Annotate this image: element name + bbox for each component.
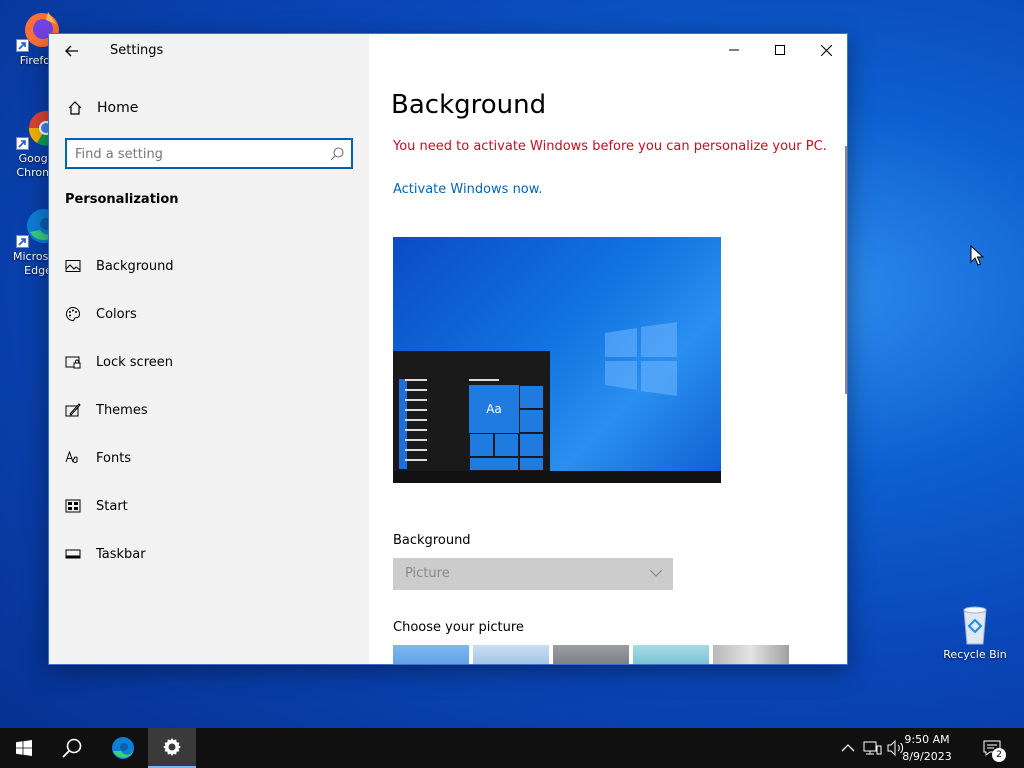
maximize-button[interactable] [757,34,803,66]
system-clock[interactable]: 9:50 AM 8/9/2023 [892,731,962,765]
choose-picture-label: Choose your picture [393,620,524,635]
picture-thumbnail[interactable] [393,645,469,664]
mouse-cursor-icon [970,245,984,266]
sidebar-item-lock-screen[interactable]: Lock screen [49,338,369,386]
title-bar[interactable]: Settings [49,34,369,66]
desktop-icon-recycle-bin[interactable]: Recycle Bin [940,602,1010,662]
background-type-label: Background [393,533,471,548]
desktop-icon-label: Recycle Bin [943,648,1007,661]
clock-time: 9:50 AM [904,733,950,746]
sidebar-item-label: Home [97,100,139,116]
taskbar: 9:50 AM 8/9/2023 2 [0,728,1024,768]
picture-thumbnails [393,645,793,664]
sidebar-item-label: Background [96,258,174,274]
chevron-down-icon [649,569,663,577]
windows-logo-icon [605,322,677,396]
palette-icon [66,306,81,322]
close-icon [820,44,832,57]
gear-icon [163,738,181,756]
preview-taskbar [393,471,721,483]
search-icon [62,738,82,758]
back-arrow-icon [65,45,78,57]
page-title: Background [391,90,547,120]
content-pane: Background You need to activate Windows … [369,34,847,664]
sidebar-item-label: Start [96,498,128,514]
windows-start-icon [16,740,32,756]
start-icon [65,499,81,513]
maximize-icon [775,45,785,55]
shortcut-arrow-icon [16,39,29,52]
clock-date: 8/9/2023 [902,750,952,763]
sidebar-item-colors[interactable]: Colors [49,290,369,338]
sidebar-item-fonts[interactable]: Fonts [49,434,369,482]
recycle-bin-icon [953,602,997,646]
sidebar-item-start[interactable]: Start [49,482,369,530]
home-icon [68,101,82,115]
network-icon[interactable] [862,738,882,758]
minimize-button[interactable] [711,34,757,66]
fonts-icon [65,450,78,463]
sidebar-item-taskbar[interactable]: Taskbar [49,530,369,578]
search-button[interactable] [48,728,96,768]
lock-screen-icon [65,356,81,369]
background-type-dropdown[interactable]: Picture [393,558,673,590]
dropdown-value: Picture [405,566,450,581]
picture-thumbnail[interactable] [633,645,709,664]
taskbar-icon [65,549,81,559]
background-preview: Aa [393,237,721,483]
chevron-up-icon[interactable] [838,738,858,758]
vertical-scrollbar[interactable] [845,146,847,394]
sidebar-item-themes[interactable]: Themes [49,386,369,434]
picture-thumbnail[interactable] [713,645,789,664]
sidebar-item-label: Fonts [96,450,132,466]
edge-icon [112,737,134,759]
sidebar: Settings Home Personalization Background… [49,34,369,664]
notification-count-badge: 2 [992,748,1006,762]
sidebar-item-background[interactable]: Background [49,242,369,290]
shortcut-arrow-icon [16,137,29,150]
search-icon[interactable] [329,146,345,162]
sidebar-nav: Background Colors Lock screen Themes Fon… [49,242,369,578]
picture-thumbnail[interactable] [473,645,549,664]
settings-window: Settings Home Personalization Background… [48,33,848,665]
shortcut-arrow-icon [16,235,29,248]
back-button[interactable] [59,40,85,62]
sidebar-item-label: Colors [96,306,137,322]
sidebar-item-label: Lock screen [96,354,173,370]
start-button[interactable] [0,728,48,768]
start-menu-list [399,379,429,469]
section-title: Personalization [65,192,179,207]
picture-icon [65,260,81,272]
themes-icon [65,403,81,417]
search-input[interactable] [75,145,325,163]
close-button[interactable] [803,34,847,66]
taskbar-settings-button[interactable] [148,728,196,768]
picture-thumbnail[interactable] [553,645,629,664]
search-box[interactable] [65,138,353,169]
sidebar-item-label: Taskbar [96,546,146,562]
sidebar-item-home[interactable]: Home [49,92,369,124]
minimize-icon [729,49,739,51]
preview-tile: Aa [469,385,519,433]
taskbar-edge-button[interactable] [99,728,147,768]
window-title: Settings [110,43,164,58]
activate-windows-link[interactable]: Activate Windows now. [393,182,542,197]
sidebar-item-label: Themes [96,402,148,418]
activation-warning: You need to activate Windows before you … [393,139,827,154]
